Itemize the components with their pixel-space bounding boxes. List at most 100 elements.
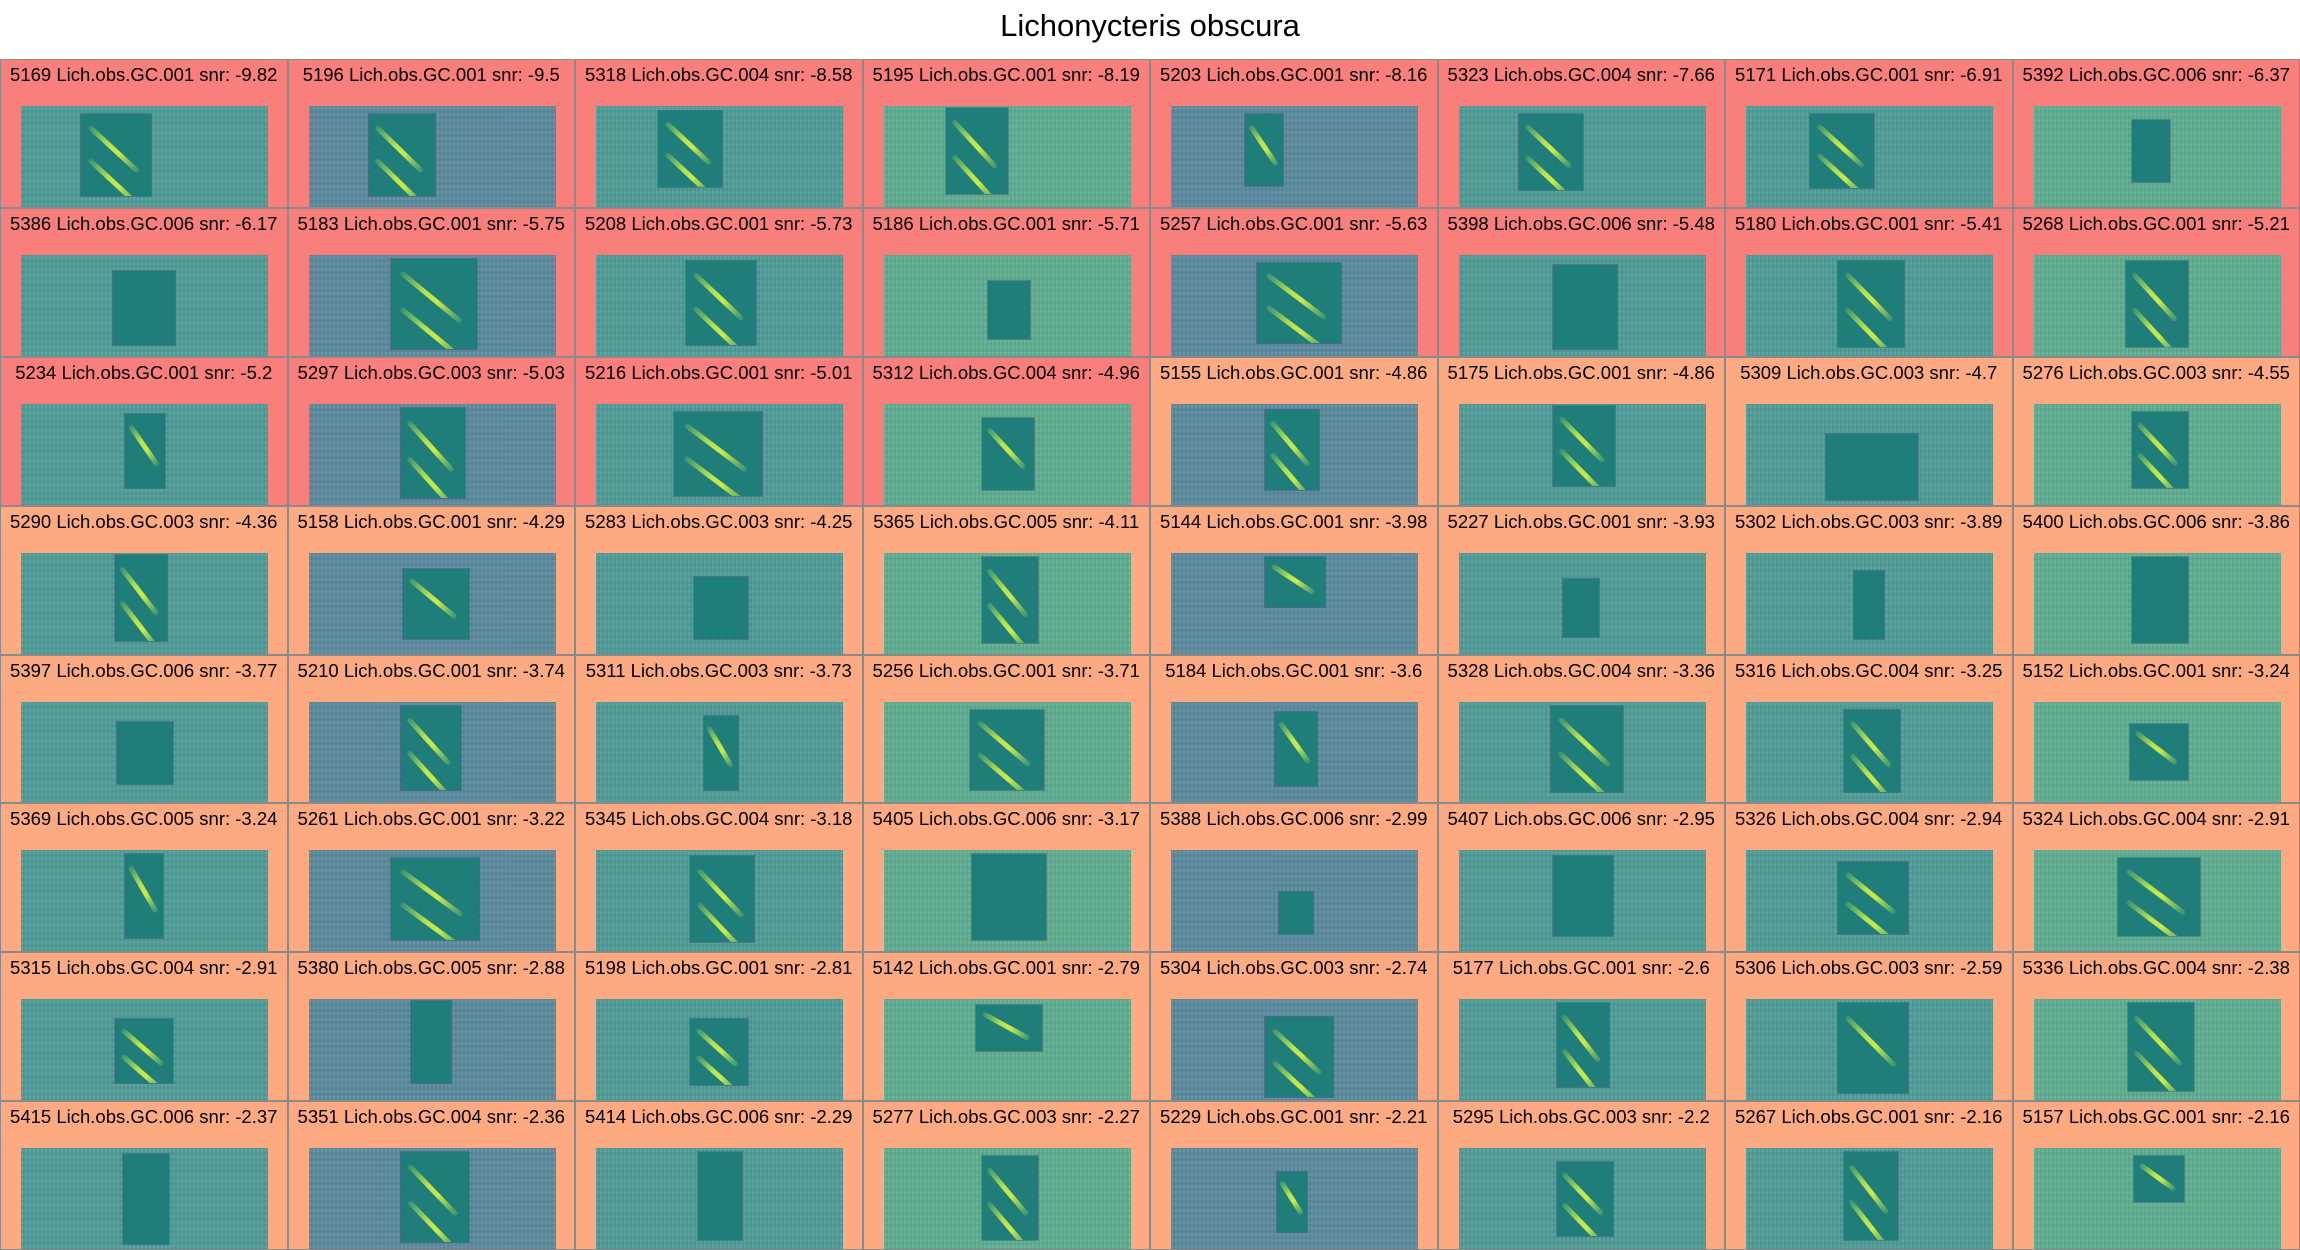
call-highlight-box: [123, 1154, 169, 1245]
thumbnail-cell: 5152 Lich.obs.GC.001 snr: -3.24: [2012, 654, 2300, 804]
thumbnail-cell: 5229 Lich.obs.GC.001 snr: -2.21: [1150, 1101, 1438, 1250]
thumbnail-label: 5328 Lich.obs.GC.004 snr: -3.36: [1447, 659, 1715, 681]
thumbnail-label: 5186 Lich.obs.GC.001 snr: -5.71: [872, 212, 1140, 234]
call-highlight-box: [1826, 433, 1918, 500]
thumbnail-label: 5183 Lich.obs.GC.001 snr: -5.75: [297, 212, 565, 234]
spectrogram-image: [1746, 850, 1993, 952]
thumbnail-cell: 5183 Lich.obs.GC.001 snr: -5.75: [287, 207, 575, 357]
call-streak: [985, 427, 1026, 471]
thumbnail-label: 5306 Lich.obs.GC.003 snr: -2.59: [1735, 957, 2003, 979]
call-streak: [1278, 721, 1312, 766]
thumbnail-label: 5323 Lich.obs.GC.004 snr: -7.66: [1447, 64, 1715, 85]
call-highlight-box: [690, 1019, 748, 1086]
call-highlight-box: [1552, 405, 1615, 486]
thumbnail-label: 5198 Lich.obs.GC.001 snr: -2.81: [585, 957, 853, 979]
call-highlight-box: [410, 1001, 451, 1084]
spectrogram-image: [596, 850, 843, 952]
thumbnail-cell: 5195 Lich.obs.GC.001 snr: -8.19: [862, 59, 1150, 208]
spectrogram-image: [883, 850, 1131, 952]
spectrogram-image: [1458, 701, 1706, 803]
thumbnail-cell: 5323 Lich.obs.GC.004 snr: -7.66: [1437, 59, 1725, 208]
call-highlight-box: [125, 413, 165, 488]
spectrogram-image: [1458, 1148, 1706, 1250]
call-highlight-box: [400, 407, 465, 498]
spectrogram-image: [1171, 403, 1418, 505]
thumbnail-label: 5369 Lich.obs.GC.005 snr: -3.24: [10, 808, 278, 830]
call-highlight-box: [698, 1152, 742, 1241]
thumbnail-cell: 5157 Lich.obs.GC.001 snr: -2.16: [2012, 1101, 2300, 1250]
spectrogram-image: [883, 999, 1131, 1101]
call-highlight-box: [81, 114, 151, 196]
call-highlight-box: [1279, 892, 1313, 935]
thumbnail-cell: 5365 Lich.obs.GC.005 snr: -4.11: [862, 505, 1150, 655]
thumbnail-cell: 5155 Lich.obs.GC.001 snr: -4.86: [1150, 356, 1438, 506]
thumbnail-cell: 5398 Lich.obs.GC.006 snr: -5.48: [1437, 207, 1725, 357]
thumbnail-label: 5276 Lich.obs.GC.003 snr: -4.55: [2022, 361, 2290, 383]
call-streak: [408, 577, 459, 620]
spectrogram-image: [1171, 1148, 1418, 1250]
call-highlight-box: [1518, 114, 1583, 190]
thumbnail-label: 5405 Lich.obs.GC.006 snr: -3.17: [872, 808, 1140, 830]
call-highlight-box: [981, 1156, 1038, 1241]
thumbnail-cell: 5407 Lich.obs.GC.006 snr: -2.95: [1437, 803, 1725, 953]
thumbnail-label: 5227 Lich.obs.GC.001 snr: -3.93: [1447, 510, 1715, 532]
thumbnail-label: 5144 Lich.obs.GC.001 snr: -3.98: [1160, 510, 1428, 532]
call-highlight-box: [1245, 114, 1283, 186]
thumbnail-label: 5400 Lich.obs.GC.006 snr: -3.86: [2022, 510, 2290, 532]
call-highlight-box: [1265, 1017, 1333, 1098]
call-highlight-box: [1838, 862, 1908, 935]
thumbnail-label: 5398 Lich.obs.GC.006 snr: -5.48: [1447, 212, 1715, 234]
thumbnail-cell: 5309 Lich.obs.GC.003 snr: -4.7: [1725, 356, 2013, 506]
call-highlight-box: [694, 576, 748, 639]
call-highlight-box: [1550, 705, 1623, 792]
thumbnail-cell: 5186 Lich.obs.GC.001 snr: -5.71: [862, 207, 1150, 357]
spectrogram-image: [1746, 999, 1993, 1101]
call-highlight-box: [945, 108, 1008, 194]
call-highlight-box: [1838, 1003, 1908, 1094]
call-streak: [982, 1011, 1031, 1041]
call-highlight-box: [686, 260, 756, 345]
thumbnail-cell: 5318 Lich.obs.GC.004 snr: -8.58: [575, 59, 863, 208]
thumbnail-cell: 5196 Lich.obs.GC.001 snr: -9.5: [287, 59, 575, 208]
thumbnail-cell: 5261 Lich.obs.GC.001 snr: -3.22: [287, 803, 575, 953]
thumbnail-cell: 5256 Lich.obs.GC.001 snr: -3.71: [862, 654, 1150, 804]
spectrogram-image: [883, 106, 1131, 207]
thumbnail-cell: 5234 Lich.obs.GC.001 snr: -5.2: [0, 356, 288, 506]
thumbnail-label: 5180 Lich.obs.GC.001 snr: -5.41: [1735, 212, 2003, 234]
thumbnail-label: 5290 Lich.obs.GC.003 snr: -4.36: [10, 510, 278, 532]
thumbnail-cell: 5324 Lich.obs.GC.004 snr: -2.91: [2012, 803, 2300, 953]
thumbnail-label: 5414 Lich.obs.GC.006 snr: -2.29: [585, 1106, 853, 1128]
thumbnail-label: 5203 Lich.obs.GC.001 snr: -8.16: [1160, 64, 1428, 85]
spectrogram-image: [1171, 999, 1418, 1101]
thumbnail-cell: 5386 Lich.obs.GC.006 snr: -6.17: [0, 207, 288, 357]
thumbnail-label: 5386 Lich.obs.GC.006 snr: -6.17: [10, 212, 278, 234]
call-highlight-box: [2125, 260, 2188, 347]
thumbnail-cell: 5198 Lich.obs.GC.001 snr: -2.81: [575, 952, 863, 1102]
spectrogram-image: [1458, 850, 1706, 952]
spectrogram-image: [308, 254, 556, 356]
call-highlight-box: [400, 1152, 469, 1243]
call-streak: [705, 725, 735, 769]
call-highlight-box: [115, 554, 167, 641]
spectrogram-image: [21, 1148, 268, 1250]
thumbnail-cell: 5184 Lich.obs.GC.001 snr: -3.6: [1150, 654, 1438, 804]
call-highlight-box: [1810, 114, 1874, 188]
thumbnail-cell: 5345 Lich.obs.GC.004 snr: -3.18: [575, 803, 863, 953]
spectrogram-image: [308, 403, 556, 505]
thumbnail-cell: 5304 Lich.obs.GC.003 snr: -2.74: [1150, 952, 1438, 1102]
call-highlight-box: [690, 856, 754, 943]
call-highlight-box: [658, 111, 722, 187]
spectrogram-image: [1171, 106, 1418, 207]
spectrogram-image: [1746, 403, 1993, 505]
thumbnail-label: 5311 Lich.obs.GC.003 snr: -3.73: [585, 659, 852, 681]
spectrogram-image: [21, 701, 268, 803]
thumbnail-label: 5397 Lich.obs.GC.006 snr: -3.77: [10, 659, 278, 681]
thumbnail-label: 5229 Lich.obs.GC.001 snr: -2.21: [1160, 1106, 1428, 1128]
call-streak: [2134, 730, 2179, 766]
spectrogram-image: [1171, 254, 1418, 356]
spectrogram-image: [1171, 850, 1418, 952]
call-highlight-box: [1854, 570, 1884, 639]
call-highlight-box: [2131, 556, 2188, 643]
thumbnail-cell: 5158 Lich.obs.GC.001 snr: -4.29: [287, 505, 575, 655]
spectrogram-image: [883, 254, 1131, 356]
